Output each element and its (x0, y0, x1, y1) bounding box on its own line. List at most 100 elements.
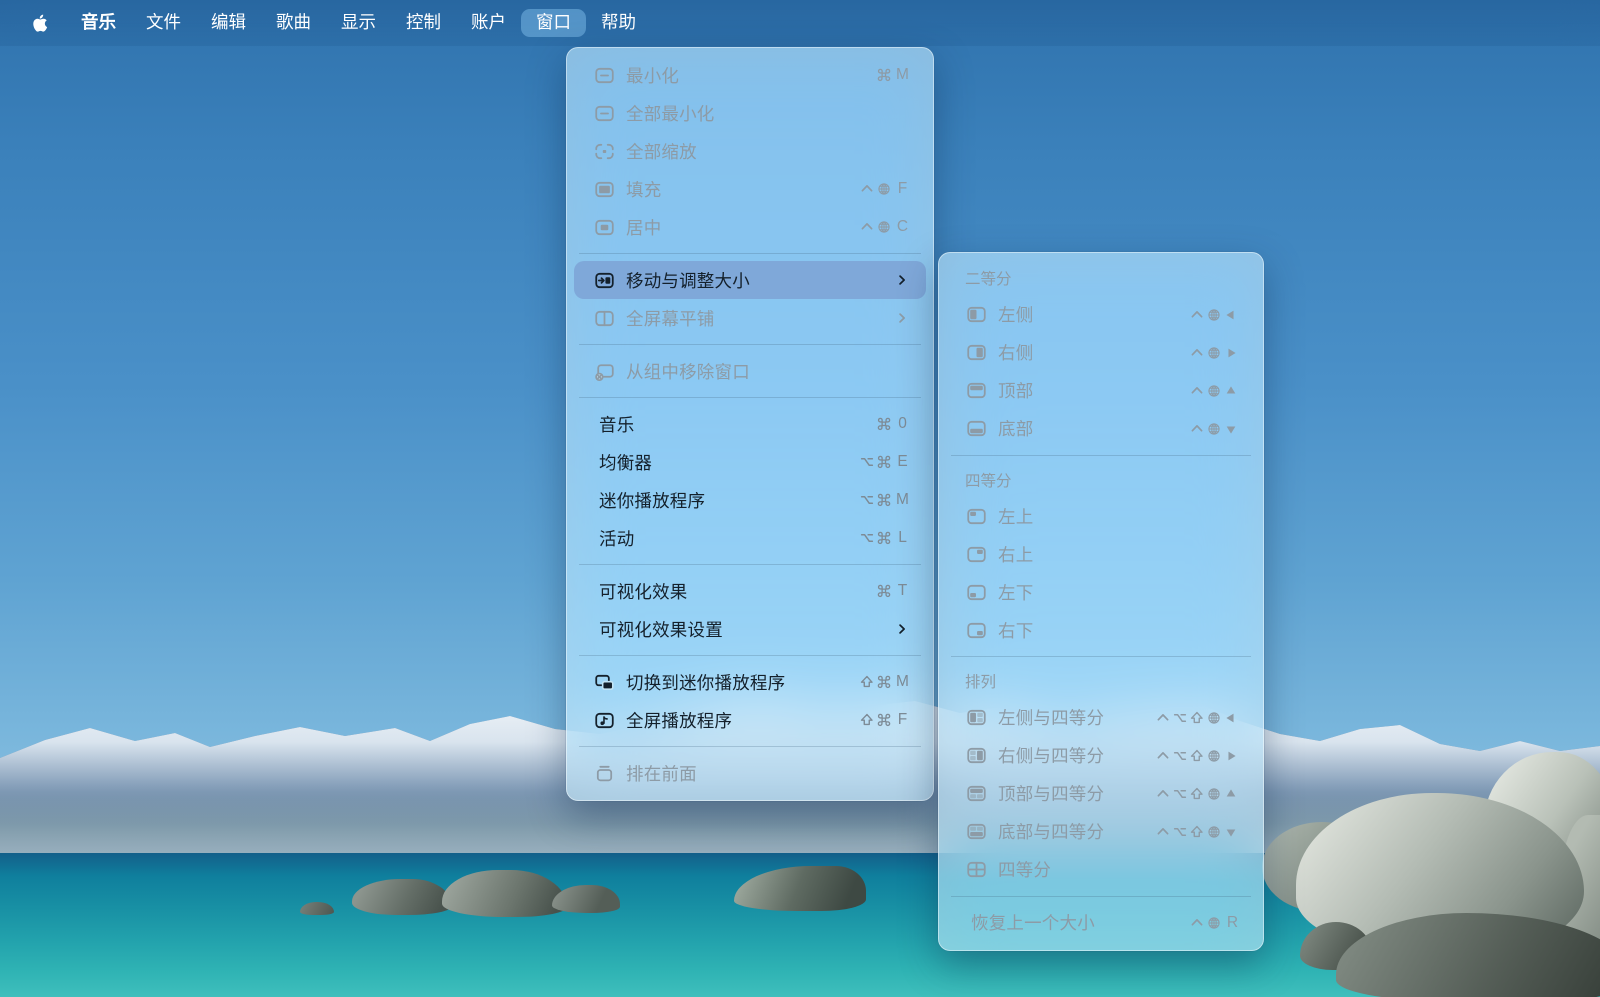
menubar-item-file[interactable]: 文件 (131, 9, 196, 37)
menu-item-shortcut: M (859, 673, 909, 691)
minimize-icon (593, 102, 615, 124)
menubar-item-window[interactable]: 窗口 (521, 9, 586, 37)
menubar-item-account[interactable]: 账户 (456, 9, 521, 37)
shortcut-key: M (896, 491, 909, 509)
menu-item-shortcut: E (859, 453, 909, 471)
opt-key-icon (859, 454, 875, 470)
menu-item-shortcut: M (859, 491, 909, 509)
globe-key-icon (1206, 345, 1222, 361)
ctrl-key-icon (1155, 710, 1171, 726)
menu-item-shortcut (1155, 748, 1239, 764)
half-right-icon (965, 342, 987, 364)
menu-item-bottom-and-quarters: 底部与四等分 (939, 813, 1263, 851)
shift-key-icon (1189, 710, 1205, 726)
ctrl-key-icon (1189, 915, 1205, 931)
apple-icon[interactable] (30, 11, 50, 35)
arrange-right-icon (965, 745, 987, 767)
menu-item-label: 底部 (998, 416, 1033, 441)
menu-item-label: 顶部 (998, 378, 1033, 403)
menu-item-label: 移动与调整大小 (626, 268, 750, 293)
menu-separator (579, 564, 921, 565)
menu-separator (579, 344, 921, 345)
shortcut-key: L (896, 529, 909, 547)
menubar-item-controls[interactable]: 控制 (391, 9, 456, 37)
menu-item-visualizer-settings[interactable]: 可视化效果设置 (567, 610, 933, 648)
quarter-bl-icon (965, 581, 987, 603)
remove-window-icon (593, 360, 615, 382)
globe-key-icon (1206, 383, 1222, 399)
cmd-key-icon (876, 416, 892, 432)
menu-item-move-and-resize[interactable]: 移动与调整大小 (574, 261, 926, 299)
move-resize-icon (593, 269, 615, 291)
ctrl-key-icon (1155, 748, 1171, 764)
menu-item-visualizer[interactable]: 可视化效果T (567, 572, 933, 610)
menubar-item-edit[interactable]: 编辑 (196, 9, 261, 37)
menu-item-four-quarters: 四等分 (939, 851, 1263, 889)
opt-key-icon (859, 530, 875, 546)
globe-key-icon (1206, 421, 1222, 437)
shortcut-key: F (896, 180, 909, 198)
ctrl-key-icon (859, 181, 875, 197)
menu-item-activity[interactable]: 活动 L (567, 519, 933, 557)
tri-left-key-icon (1223, 307, 1239, 323)
ctrl-key-icon (1189, 345, 1205, 361)
globe-key-icon (1206, 915, 1222, 931)
menu-item-label: 最小化 (626, 63, 679, 88)
menu-separator (579, 397, 921, 398)
opt-key-icon (1172, 748, 1188, 764)
menu-item-label: 排在前面 (626, 761, 697, 786)
tri-left-key-icon (1223, 710, 1239, 726)
globe-key-icon (1206, 786, 1222, 802)
switch-mini-icon (593, 671, 615, 693)
menu-item-label: 活动 (599, 526, 634, 551)
menu-item-right-and-quarters: 右侧与四等分 (939, 737, 1263, 775)
shortcut-key: C (896, 218, 909, 236)
opt-key-icon (1172, 824, 1188, 840)
globe-key-icon (876, 219, 892, 235)
menu-item-shortcut: T (876, 582, 909, 600)
menu-item-half-left: 左侧 (939, 296, 1263, 334)
menu-item-label: 左侧与四等分 (998, 705, 1104, 730)
menu-item-music[interactable]: 音乐0 (567, 405, 933, 443)
menubar-item-help[interactable]: 帮助 (586, 9, 651, 37)
menu-item-left-and-quarters: 左侧与四等分 (939, 699, 1263, 737)
menu-item-half-right: 右侧 (939, 334, 1263, 372)
section-header-arrange: 排列 (939, 664, 1263, 699)
quarter-br-icon (965, 619, 987, 641)
menu-item-quarter-top-right: 右上 (939, 535, 1263, 573)
menubar-item-song[interactable]: 歌曲 (261, 9, 326, 37)
menu-item-center: 居中C (567, 208, 933, 246)
opt-key-icon (1172, 710, 1188, 726)
menubar-item-view[interactable]: 显示 (326, 9, 391, 37)
shift-key-icon (859, 712, 875, 728)
cmd-key-icon (876, 674, 892, 690)
grid-quarters-icon (965, 859, 987, 881)
menu-item-quarter-bottom-right: 右下 (939, 611, 1263, 649)
arrange-bottom-icon (965, 821, 987, 843)
menu-item-label: 迷你播放程序 (599, 488, 705, 513)
menu-item-shortcut (1189, 421, 1239, 437)
fill-icon (593, 178, 615, 200)
menu-item-label: 从组中移除窗口 (626, 359, 750, 384)
menu-item-shortcut (1189, 383, 1239, 399)
submenu-chevron-icon (895, 311, 909, 325)
menu-item-equalizer[interactable]: 均衡器E (567, 443, 933, 481)
quarter-tl-icon (965, 505, 987, 527)
desktop: 音乐文件编辑歌曲显示控制账户窗口帮助 最小化M全部最小化全部缩放填充F居中C移动… (0, 0, 1600, 997)
menu-item-label: 四等分 (998, 857, 1051, 882)
menu-item-miniplayer[interactable]: 迷你播放程序 M (567, 481, 933, 519)
menu-item-switch-to-miniplayer[interactable]: 切换到迷你播放程序M (567, 663, 933, 701)
menu-item-fullscreen-player[interactable]: 全屏播放程序F (567, 701, 933, 739)
arrange-left-icon (965, 707, 987, 729)
fullscreen-tile-icon (593, 307, 615, 329)
half-top-icon (965, 380, 987, 402)
globe-key-icon (1206, 748, 1222, 764)
menu-item-restore-previous-size: 恢复上一个大小R (939, 904, 1263, 942)
menu-separator (951, 455, 1251, 456)
menubar-item-music-app[interactable]: 音乐 (66, 9, 131, 37)
arrange-top-icon (965, 783, 987, 805)
half-bottom-icon (965, 418, 987, 440)
ctrl-key-icon (859, 219, 875, 235)
tri-right-key-icon (1223, 345, 1239, 361)
section-header-halves: 二等分 (939, 261, 1263, 296)
